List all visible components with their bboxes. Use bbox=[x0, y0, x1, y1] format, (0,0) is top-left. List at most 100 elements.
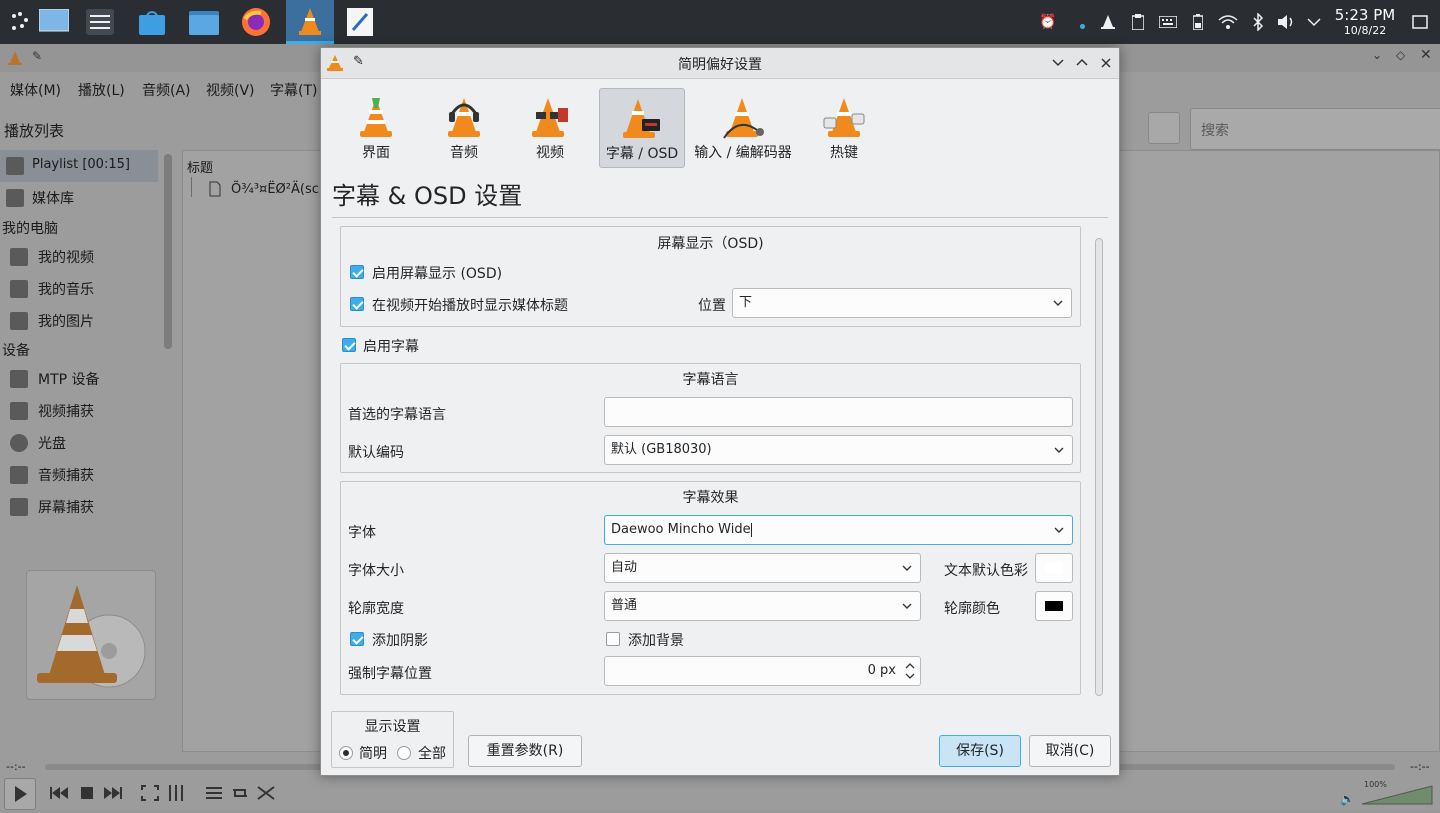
text-editor-icon[interactable] bbox=[340, 4, 380, 40]
maximize-button[interactable] bbox=[1073, 54, 1091, 72]
shuffle-button[interactable] bbox=[254, 782, 278, 804]
discover-store-icon[interactable] bbox=[132, 4, 172, 40]
enable-subtitles-checkbox[interactable] bbox=[342, 338, 356, 352]
default-encoding-select[interactable]: 默认 (GB18030) bbox=[604, 435, 1073, 465]
reset-preferences-button[interactable]: 重置参数(R) bbox=[468, 735, 582, 767]
sidebar-item-my-pictures[interactable]: 我的图片 bbox=[0, 308, 158, 336]
desktop-icon[interactable] bbox=[34, 4, 74, 40]
outline-color-label: 轮廓颜色 bbox=[944, 601, 1000, 617]
tab-video[interactable]: 视频 bbox=[507, 88, 593, 168]
add-shadow-label: 添加阴影 bbox=[372, 633, 428, 649]
settings-scrollbar[interactable] bbox=[1095, 238, 1103, 696]
add-background-checkbox[interactable] bbox=[606, 632, 620, 646]
tab-input-codecs[interactable]: 输入 / 编解码器 bbox=[693, 88, 793, 168]
clock[interactable]: 5:23 PM 10/8/22 bbox=[1330, 7, 1400, 38]
fullscreen-button[interactable] bbox=[138, 782, 162, 804]
keyboard-icon[interactable] bbox=[1158, 12, 1178, 32]
close-icon[interactable]: ✕ bbox=[1420, 47, 1432, 63]
minimize-button[interactable] bbox=[1049, 54, 1067, 72]
mute-icon[interactable]: 🔈 bbox=[1340, 792, 1355, 806]
sidebar-item-my-music[interactable]: 我的音乐 bbox=[0, 276, 158, 304]
maximize-icon[interactable]: ◇ bbox=[1396, 48, 1405, 62]
sidebar-item-my-videos[interactable]: 我的视频 bbox=[0, 244, 158, 272]
font-select[interactable]: Daewoo Mincho Wide bbox=[604, 515, 1073, 545]
preferred-language-input[interactable] bbox=[604, 397, 1073, 427]
next-button[interactable] bbox=[100, 782, 126, 804]
vlc-taskbar-icon[interactable] bbox=[286, 0, 334, 44]
alarm-icon[interactable]: ⏰ bbox=[1038, 12, 1058, 32]
sidebar-item-mtp[interactable]: MTP 设备 bbox=[0, 366, 158, 394]
simple-radio[interactable] bbox=[339, 746, 353, 760]
tab-label: 热键 bbox=[830, 145, 858, 161]
subtitle-language-group: 字幕语言 首选的字幕语言 默认编码 默认 (GB18030) bbox=[340, 363, 1081, 473]
sidebar-item-audio-capture[interactable]: 音频捕获 bbox=[0, 462, 158, 490]
video-icon bbox=[10, 248, 28, 266]
sidebar-item-screen-capture[interactable]: 屏幕捕获 bbox=[0, 494, 158, 516]
clipboard-icon[interactable] bbox=[1128, 12, 1148, 32]
playlist-toggle-button[interactable] bbox=[202, 782, 226, 804]
position-select[interactable]: 下 bbox=[732, 288, 1072, 318]
system-settings-icon[interactable] bbox=[80, 4, 120, 40]
tab-hotkeys[interactable]: 热键 bbox=[801, 88, 887, 168]
file-manager-icon[interactable] bbox=[184, 4, 224, 40]
menu-playback[interactable]: 播放(L) bbox=[78, 80, 125, 100]
osd-group: 屏幕显示（OSD) 启用屏幕显示 (OSD) 在视频开始播放时显示媒体标题 位置… bbox=[340, 226, 1081, 327]
show-title-checkbox[interactable] bbox=[350, 297, 364, 311]
extended-settings-button[interactable] bbox=[164, 782, 188, 804]
previous-button[interactable] bbox=[46, 782, 72, 804]
text-color-button[interactable] bbox=[1035, 553, 1073, 583]
menu-media[interactable]: 媒体(M) bbox=[10, 80, 61, 100]
volume-icon[interactable] bbox=[1276, 12, 1296, 32]
enable-osd-checkbox[interactable] bbox=[350, 265, 364, 279]
volume-slider[interactable]: 100% bbox=[1360, 780, 1434, 806]
bluetooth-icon[interactable] bbox=[1248, 12, 1268, 32]
close-button[interactable] bbox=[1097, 54, 1115, 72]
cancel-button[interactable]: 取消(C) bbox=[1029, 735, 1111, 767]
playlist-item[interactable]: Õ¾³¤ËØ²Ä(sc.c bbox=[231, 182, 330, 197]
all-radio[interactable] bbox=[397, 746, 411, 760]
menu-video[interactable]: 视频(V) bbox=[206, 80, 255, 100]
menu-subtitle[interactable]: 字幕(T) bbox=[270, 80, 317, 100]
view-mode-button[interactable] bbox=[1148, 112, 1180, 144]
fullscreen-icon bbox=[141, 785, 159, 801]
sidebar-item-video-capture[interactable]: 视频捕获 bbox=[0, 398, 158, 426]
subtitle-cone-icon bbox=[623, 99, 660, 138]
menu-audio[interactable]: 音频(A) bbox=[142, 80, 191, 100]
tab-subtitles-osd[interactable]: 字幕 / OSD bbox=[599, 88, 685, 168]
column-title-header[interactable]: 标题 bbox=[187, 157, 213, 176]
sidebar-scrollbar[interactable] bbox=[164, 154, 172, 349]
sidebar-item-media-library[interactable]: 媒体库 bbox=[0, 184, 158, 212]
firefox-icon[interactable] bbox=[236, 4, 276, 40]
wifi-icon[interactable] bbox=[1218, 12, 1238, 32]
font-size-select[interactable]: 自动 bbox=[604, 553, 921, 583]
sidebar-item-disc[interactable]: 光盘 bbox=[0, 430, 158, 458]
add-shadow-checkbox[interactable] bbox=[350, 632, 364, 646]
search-input[interactable]: 搜索 bbox=[1190, 108, 1440, 150]
battery-icon[interactable] bbox=[1188, 12, 1208, 32]
play-button[interactable] bbox=[4, 778, 36, 810]
stop-button[interactable] bbox=[74, 782, 100, 804]
sidebar-label: 视频捕获 bbox=[38, 404, 94, 420]
next-icon bbox=[104, 787, 122, 799]
tab-interface[interactable]: 界面 bbox=[333, 88, 419, 168]
force-position-spinbox[interactable]: 0 px bbox=[604, 656, 921, 686]
chevron-down-icon[interactable] bbox=[1304, 12, 1324, 32]
minimize-icon[interactable]: ⌄ bbox=[1372, 48, 1382, 62]
dialog-titlebar[interactable]: ✎ 简明偏好设置 bbox=[321, 48, 1119, 79]
display-settings-group: 显示设置 简明 全部 bbox=[331, 711, 454, 768]
show-desktop-icon[interactable] bbox=[1410, 12, 1430, 32]
outline-color-button[interactable] bbox=[1035, 591, 1073, 621]
save-button[interactable]: 保存(S) bbox=[939, 735, 1021, 767]
sidebar-label: 媒体库 bbox=[32, 191, 74, 207]
tab-label: 输入 / 编解码器 bbox=[694, 145, 792, 161]
sidebar-item-playlist[interactable]: Playlist [00:15] bbox=[0, 150, 158, 182]
notification-dot-icon[interactable] bbox=[1072, 12, 1092, 32]
tab-audio[interactable]: 音频 bbox=[421, 88, 507, 168]
font-size-label: 字体大小 bbox=[348, 563, 404, 579]
outline-width-select[interactable]: 普通 bbox=[604, 591, 921, 621]
vlc-tray-icon[interactable] bbox=[1098, 12, 1118, 32]
loop-button[interactable] bbox=[228, 782, 252, 804]
pin-icon[interactable]: ✎ bbox=[32, 49, 42, 63]
chevron-down-icon bbox=[1054, 447, 1064, 453]
show-title-label: 在视频开始播放时显示媒体标题 bbox=[372, 298, 568, 314]
